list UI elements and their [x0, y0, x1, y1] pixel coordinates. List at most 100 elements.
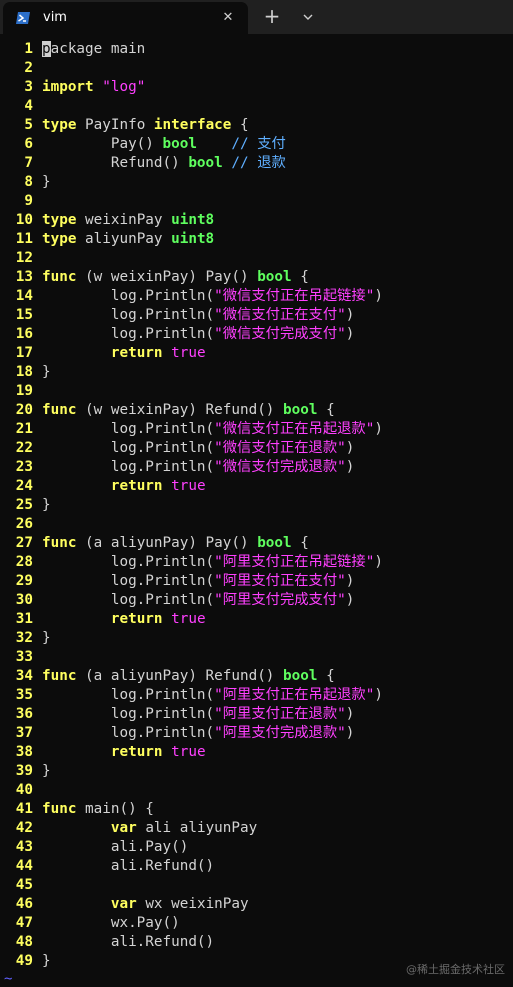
code-token: )	[345, 440, 355, 456]
code-token: )	[374, 288, 383, 304]
line-number: 44	[15, 858, 33, 874]
code-line[interactable]: 26	[0, 515, 513, 534]
code-line[interactable]: 46 var wx weixinPay	[0, 895, 513, 914]
close-tab-icon[interactable]: ✕	[219, 9, 237, 27]
code-token: wx.Pay()	[42, 915, 180, 931]
code-text: log.Println("微信支付正在吊起链接")	[42, 287, 383, 306]
code-line[interactable]: 23 log.Println("微信支付完成退款")	[0, 458, 513, 477]
code-text: ali.Refund()	[42, 933, 214, 952]
code-text: func (a aliyunPay) Pay() bool {	[42, 534, 309, 553]
code-token: "微信支付正在退款"	[214, 440, 346, 456]
code-line[interactable]: 10 type weixinPay uint8	[0, 211, 513, 230]
code-token: log.Println(	[42, 706, 215, 722]
code-text: }	[42, 952, 51, 971]
code-line[interactable]: 5 type PayInfo interface {	[0, 116, 513, 135]
code-token: )	[374, 554, 383, 570]
code-token: "微信支付正在支付"	[214, 307, 346, 323]
code-line[interactable]: 31 return true	[0, 610, 513, 629]
code-line[interactable]: 42 var ali aliyunPay	[0, 819, 513, 838]
code-text: }	[42, 629, 51, 648]
line-number: 15	[15, 307, 33, 323]
code-line[interactable]: 27 func (a aliyunPay) Pay() bool {	[0, 534, 513, 553]
code-line[interactable]: 38 return true	[0, 743, 513, 762]
code-token: (w weixinPay) Refund()	[85, 402, 284, 418]
code-text: log.Println("阿里支付完成支付")	[42, 591, 355, 610]
code-line[interactable]: 16 log.Println("微信支付完成支付")	[0, 325, 513, 344]
code-token: ali.Refund()	[42, 934, 215, 950]
code-line[interactable]: 48 ali.Refund()	[0, 933, 513, 952]
line-number: 33	[15, 649, 33, 665]
terminal-tab[interactable]: vim ✕	[3, 2, 248, 34]
code-line[interactable]: 20 func (w weixinPay) Refund() bool {	[0, 401, 513, 420]
code-line[interactable]: 9	[0, 192, 513, 211]
code-line[interactable]: 13 func (w weixinPay) Pay() bool {	[0, 268, 513, 287]
code-token: }	[42, 953, 51, 969]
code-token: weixinPay	[85, 212, 172, 228]
code-text: import "log"	[42, 78, 145, 97]
code-line[interactable]: 25}	[0, 496, 513, 515]
code-line[interactable]: 36 log.Println("阿里支付正在退款")	[0, 705, 513, 724]
code-text: log.Println("微信支付正在退款")	[42, 439, 355, 458]
line-number: 43	[15, 839, 33, 855]
chevron-down-icon[interactable]	[296, 5, 320, 29]
code-line[interactable]: 41 func main() {	[0, 800, 513, 819]
code-token: bool	[188, 155, 223, 171]
code-token: }	[42, 497, 51, 513]
vim-editor[interactable]: 1 package main 2 3 import "log" 4 5 type PayInf…	[0, 40, 513, 971]
line-number: 39	[15, 763, 33, 779]
code-line[interactable]: 28 log.Println("阿里支付正在吊起链接")	[0, 553, 513, 572]
code-text: var ali aliyunPay	[42, 819, 257, 838]
new-tab-button[interactable]: +	[258, 5, 286, 29]
code-line[interactable]: 30 log.Println("阿里支付完成支付")	[0, 591, 513, 610]
code-line[interactable]: 15 log.Println("微信支付正在支付")	[0, 306, 513, 325]
code-token: log.Println(	[42, 307, 215, 323]
code-token: func	[42, 269, 86, 285]
line-number: 31	[15, 611, 33, 627]
line-number: 41	[15, 801, 33, 817]
code-text: ali.Pay()	[42, 838, 188, 857]
code-line[interactable]: 2	[0, 59, 513, 78]
code-line[interactable]: 32}	[0, 629, 513, 648]
code-line[interactable]: 44 ali.Refund()	[0, 857, 513, 876]
code-line[interactable]: 6 Pay() bool // 支付	[0, 135, 513, 154]
code-line[interactable]: 40	[0, 781, 513, 800]
code-line[interactable]: 11 type aliyunPay uint8	[0, 230, 513, 249]
code-line[interactable]: 47 wx.Pay()	[0, 914, 513, 933]
code-token: wx weixinPay	[145, 896, 249, 912]
code-line[interactable]: 17 return true	[0, 344, 513, 363]
code-token: {	[317, 668, 335, 684]
code-line[interactable]: 7 Refund() bool // 退款	[0, 154, 513, 173]
code-line[interactable]: 43 ali.Pay()	[0, 838, 513, 857]
code-line[interactable]: 14 log.Println("微信支付正在吊起链接")	[0, 287, 513, 306]
code-token: uint8	[171, 212, 215, 228]
code-line[interactable]: 29 log.Println("阿里支付正在支付")	[0, 572, 513, 591]
code-line[interactable]: 34 func (a aliyunPay) Refund() bool {	[0, 667, 513, 686]
code-line[interactable]: 35 log.Println("阿里支付正在吊起退款")	[0, 686, 513, 705]
code-token: main() {	[85, 801, 154, 817]
code-line[interactable]: 3 import "log"	[0, 78, 513, 97]
code-line[interactable]: 33	[0, 648, 513, 667]
code-line[interactable]: 19	[0, 382, 513, 401]
code-line[interactable]: 8}	[0, 173, 513, 192]
code-line[interactable]: 37 log.Println("阿里支付完成退款")	[0, 724, 513, 743]
code-text: }	[42, 173, 51, 192]
code-token: )	[345, 459, 355, 475]
code-token: {	[231, 117, 249, 133]
code-line[interactable]: 18}	[0, 363, 513, 382]
code-token: log.Println(	[42, 554, 215, 570]
line-number: 5	[24, 117, 33, 133]
code-line[interactable]: 45	[0, 876, 513, 895]
code-token: "log"	[102, 79, 146, 95]
code-line[interactable]: 21 log.Println("微信支付正在吊起退款")	[0, 420, 513, 439]
line-number: 10	[15, 212, 33, 228]
line-number: 37	[15, 725, 33, 741]
code-line[interactable]: 22 log.Println("微信支付正在退款")	[0, 439, 513, 458]
code-line[interactable]: 39}	[0, 762, 513, 781]
code-line[interactable]: 24 return true	[0, 477, 513, 496]
line-number: 16	[15, 326, 33, 342]
code-token: "阿里支付正在吊起链接"	[214, 554, 375, 570]
code-line[interactable]: 1 package main	[0, 40, 513, 59]
code-line[interactable]: 4	[0, 97, 513, 116]
code-token: {	[291, 535, 309, 551]
code-line[interactable]: 12	[0, 249, 513, 268]
